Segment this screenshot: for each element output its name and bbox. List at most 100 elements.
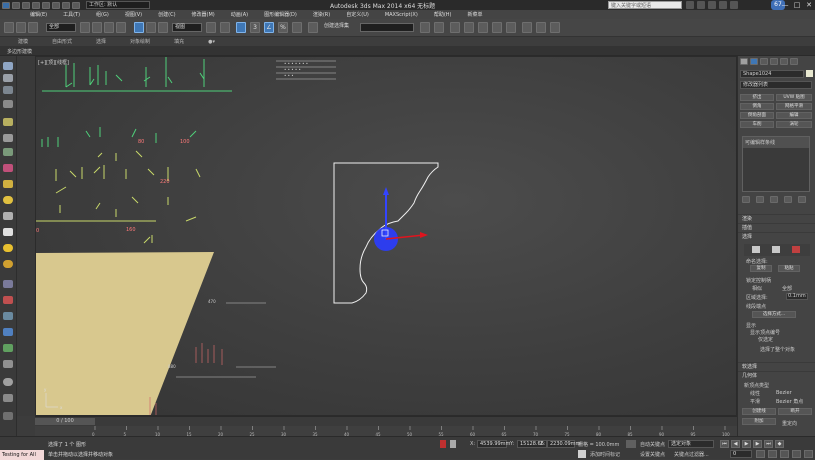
spline-subobj-icon[interactable] <box>792 246 800 253</box>
add-time-tag[interactable]: 添加时间标记 <box>590 451 620 458</box>
lathe-button[interactable]: 车削 <box>740 121 774 128</box>
current-frame-field[interactable]: 0 <box>730 450 752 458</box>
select-by-button[interactable]: 选择方式... <box>752 311 796 318</box>
torus-icon[interactable] <box>3 260 13 268</box>
goto-start-icon[interactable]: ⏮ <box>720 440 729 448</box>
lock-handles-checkbox[interactable]: 锁定控制柄 <box>746 277 771 284</box>
remove-modifier-icon[interactable] <box>784 196 792 203</box>
tab-object-paint[interactable]: 对象绘制 <box>118 38 162 45</box>
sun-icon[interactable] <box>3 244 13 252</box>
paste-button[interactable]: 粘贴 <box>778 265 800 272</box>
tab-populate[interactable]: 填充 <box>162 38 196 45</box>
selected-only-checkbox[interactable]: 仅选定 <box>758 336 773 343</box>
search-icon[interactable] <box>686 1 694 9</box>
stair-icon[interactable] <box>3 360 13 368</box>
sphere-icon[interactable] <box>3 196 13 204</box>
key-mode-dropdown[interactable]: 选定对象 <box>668 440 714 448</box>
menu-rendering[interactable]: 渲染(R) <box>305 11 338 18</box>
bevel-button[interactable]: 倒角 <box>740 103 774 110</box>
lock-selection-icon[interactable] <box>450 440 456 448</box>
bevel-profile-button[interactable]: 倒角剖面 <box>740 112 774 119</box>
show-vertex-numbers-checkbox[interactable]: 显示顶点编号 <box>750 329 780 336</box>
modify-icon[interactable] <box>3 74 13 82</box>
area-selection-checkbox[interactable]: 区域选择: <box>746 294 768 301</box>
menu-animation[interactable]: 动画(A) <box>223 11 256 18</box>
area-selection-spinner[interactable]: 0.1mm <box>786 293 808 300</box>
viewport-top[interactable]: [+][顶][线框] 80 100 220 160 0 470 880 • • … <box>35 56 737 416</box>
menu-modifiers[interactable]: 修改器(M) <box>184 11 223 18</box>
select-by-name-icon[interactable] <box>92 22 102 33</box>
box-icon[interactable] <box>3 180 13 188</box>
curve-editor-icon[interactable] <box>478 22 488 33</box>
stack-item-editable-spline[interactable]: 可编辑样条线 <box>743 137 809 148</box>
meshsmooth-button[interactable]: 网格平滑 <box>776 103 812 110</box>
material-editor-icon[interactable] <box>506 22 516 33</box>
select-move-icon[interactable] <box>134 22 144 33</box>
modifier-stack[interactable]: 可编辑样条线 <box>742 136 810 192</box>
helper-icon[interactable] <box>3 148 13 156</box>
camera-icon[interactable] <box>3 134 13 142</box>
pin-stack-icon[interactable] <box>742 196 750 203</box>
add-time-tag-icon[interactable] <box>578 450 586 458</box>
redo-icon[interactable] <box>52 1 60 9</box>
open-file-icon[interactable] <box>22 1 30 9</box>
ribbon-options-icon[interactable]: ●▾ <box>196 39 227 45</box>
select-object-icon[interactable] <box>80 22 90 33</box>
select-scale-icon[interactable] <box>158 22 168 33</box>
bezier-corner-radio[interactable]: Bezier 角点 <box>776 398 803 405</box>
undo-icon[interactable] <box>42 1 50 9</box>
rollout-selection[interactable]: 选择 <box>738 232 815 240</box>
menu-tools[interactable]: 工具(T) <box>55 11 88 18</box>
create-icon[interactable] <box>3 62 13 70</box>
menu-help[interactable]: 帮助(H) <box>426 11 460 18</box>
pan-icon[interactable] <box>792 450 801 458</box>
cylinder-icon[interactable] <box>3 212 13 220</box>
modifier-list-dropdown[interactable]: 修改器列表 <box>740 81 812 89</box>
utility-icon[interactable] <box>3 412 13 420</box>
segment-end-checkbox[interactable]: 线段端点 <box>746 303 766 310</box>
render-production-icon[interactable] <box>550 22 560 33</box>
key-mode-icon[interactable]: ◆ <box>775 440 784 448</box>
vertex-subobj-icon[interactable] <box>752 246 760 253</box>
linear-radio[interactable]: 线性 <box>750 390 760 397</box>
maximize-button[interactable]: □ <box>791 0 803 10</box>
align-icon[interactable] <box>434 22 444 33</box>
infocenter-icon[interactable] <box>697 1 705 9</box>
display-tab-icon[interactable] <box>780 58 788 65</box>
keyboard-shortcut-icon[interactable] <box>236 22 246 33</box>
menu-group[interactable]: 组(G) <box>88 11 117 18</box>
layer-manager-icon[interactable] <box>450 22 460 33</box>
x-coordinate[interactable]: 4539.99mm <box>477 440 510 448</box>
goto-end-icon[interactable]: ⏭ <box>764 440 773 448</box>
modify-tab-icon[interactable] <box>750 58 758 65</box>
object-name-field[interactable]: Shape1024 <box>740 70 804 78</box>
menu-new[interactable]: 新菜单 <box>459 11 490 18</box>
render-setup-icon[interactable] <box>522 22 532 33</box>
help-icon[interactable] <box>719 1 727 9</box>
pivot-center-icon[interactable] <box>206 22 216 33</box>
zoom-icon[interactable] <box>768 450 777 458</box>
menu-views[interactable]: 视图(V) <box>117 11 150 18</box>
plane-icon[interactable] <box>3 280 13 288</box>
particle-icon[interactable] <box>3 296 13 304</box>
link-icon[interactable] <box>4 22 14 33</box>
time-slider[interactable]: 0 / 100 <box>35 418 95 425</box>
motion-tab-icon[interactable] <box>770 58 778 65</box>
bone-icon[interactable] <box>3 312 13 320</box>
unlink-icon[interactable] <box>16 22 26 33</box>
create-tab-icon[interactable] <box>740 58 748 65</box>
utilities-tab-icon[interactable] <box>790 58 798 65</box>
rect-selection-icon[interactable] <box>104 22 114 33</box>
key-icon[interactable] <box>626 440 636 448</box>
segment-subobj-icon[interactable] <box>772 246 780 253</box>
all-radio[interactable]: 全部 <box>782 285 792 292</box>
window-crossing-icon[interactable] <box>116 22 126 33</box>
copy-button[interactable]: 复制 <box>750 265 772 272</box>
graphite-toggle-icon[interactable] <box>464 22 474 33</box>
star-icon[interactable] <box>708 1 716 9</box>
zoom-all-icon[interactable] <box>780 450 789 458</box>
globe-icon[interactable] <box>3 378 13 386</box>
isolate-icon[interactable] <box>440 440 446 448</box>
search-input[interactable]: 键入关键字或短语 <box>608 1 682 9</box>
menu-graph-editors[interactable]: 图形编辑器(D) <box>256 11 305 18</box>
